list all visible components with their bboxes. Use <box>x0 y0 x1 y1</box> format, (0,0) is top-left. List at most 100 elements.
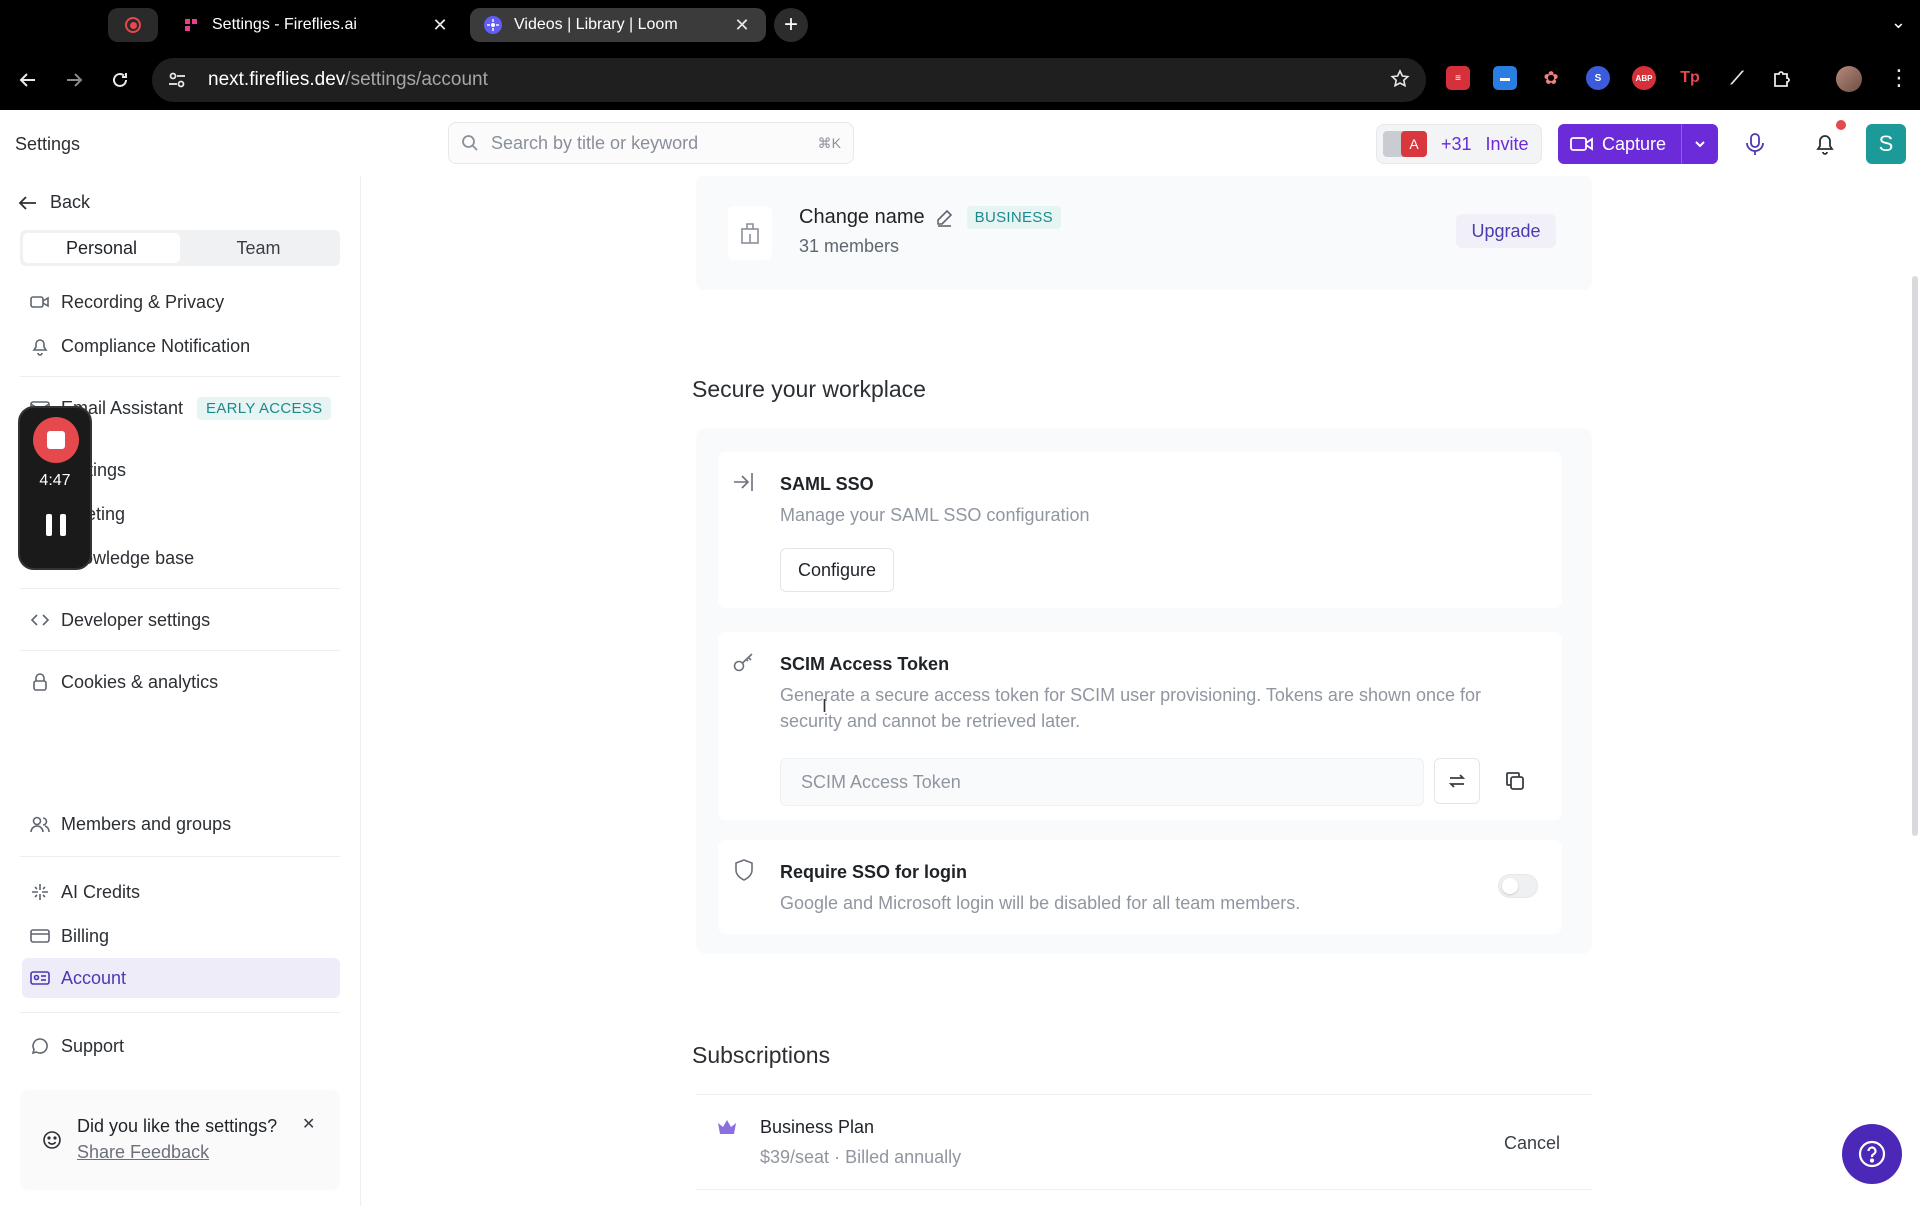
tab-search-chevron-icon[interactable]: ⌄ <box>1891 12 1906 33</box>
refresh-arrows-icon <box>1448 774 1466 788</box>
tab-close-icon[interactable]: ✕ <box>732 15 752 36</box>
upgrade-button[interactable]: Upgrade <box>1456 214 1556 248</box>
video-icon <box>30 292 50 312</box>
back-button[interactable]: Back <box>18 192 90 213</box>
sidebar-item-developer-settings[interactable]: Developer settings <box>22 600 340 640</box>
tab-title: Videos | Library | Loom <box>514 16 678 33</box>
sidebar-item-label: Recording & Privacy <box>61 291 225 312</box>
site-info-icon[interactable] <box>166 69 188 91</box>
url-text: next.fireflies.dev/settings/account <box>208 69 488 90</box>
credit-card-icon <box>30 926 50 946</box>
share-feedback-link[interactable]: Share Feedback <box>77 1142 209 1163</box>
search-icon <box>462 135 478 151</box>
card-title: SAML SSO <box>780 474 874 494</box>
divider <box>20 376 340 377</box>
sidebar-item-label: Billing <box>61 925 110 946</box>
chat-bubble-icon <box>30 1036 50 1056</box>
personal-team-switch: Personal Team <box>20 230 340 266</box>
sidebar-item-label: Account <box>61 967 127 988</box>
copy-token-button[interactable] <box>1492 758 1538 804</box>
cancel-subscription-button[interactable]: Cancel <box>1504 1133 1560 1154</box>
extension-flower-icon[interactable]: ✿ <box>1539 66 1563 90</box>
extension-todoist-icon[interactable]: ≡ <box>1446 66 1470 90</box>
sidebar-item-label: Cookies & analytics <box>61 671 219 692</box>
tab-personal[interactable]: Personal <box>23 233 180 263</box>
sidebar-item-compliance-notification[interactable]: Compliance Notification <box>22 326 340 366</box>
member-count-text: 31 members <box>799 236 900 256</box>
recording-tab[interactable] <box>108 8 158 42</box>
divider <box>20 856 340 857</box>
extension-window-icon[interactable]: ▬ <box>1493 66 1517 90</box>
plan-badge: BUSINESS <box>966 206 1061 229</box>
card-title: SCIM Access Token <box>780 654 950 674</box>
scim-token-field[interactable]: SCIM Access Token <box>780 758 1424 806</box>
sidebar-item-support[interactable]: Support <box>22 1026 340 1066</box>
early-access-badge: EARLY ACCESS <box>197 396 332 420</box>
id-card-icon <box>30 968 50 988</box>
notification-bell-icon[interactable] <box>1814 132 1836 161</box>
sidebar-item-ai-credits[interactable]: AI Credits <box>22 872 340 912</box>
lock-icon <box>30 672 50 692</box>
extension-tp-icon[interactable]: Tp <box>1678 66 1702 90</box>
extension-adblock-icon[interactable]: ABP <box>1632 66 1656 90</box>
chevron-down-icon <box>1695 141 1705 148</box>
sidebar-item-label: Members and groups <box>61 813 232 834</box>
card-description: Generate a secure access token for SCIM … <box>780 685 1482 731</box>
capture-main-button[interactable]: Capture <box>1558 124 1682 164</box>
sidebar-item-members-groups[interactable]: Members and groups <box>22 804 340 844</box>
sidebar-item-label: Support <box>61 1035 125 1056</box>
tab-loom-library[interactable]: Videos | Library | Loom ✕ <box>470 8 766 42</box>
browser-tabstrip: Settings - Fireflies.ai ✕ Videos | Libra… <box>0 0 1920 50</box>
extension-feather-icon[interactable]: ⟋ <box>1725 66 1749 90</box>
key-icon <box>733 653 753 672</box>
page-scrollbar[interactable] <box>1912 276 1918 836</box>
crown-icon <box>718 1120 736 1134</box>
bookmark-star-icon[interactable] <box>1390 69 1410 89</box>
sidebar-item-recording-privacy[interactable]: Recording & Privacy <box>22 282 340 322</box>
tab-close-icon[interactable]: ✕ <box>430 15 450 36</box>
divider <box>20 1012 340 1013</box>
card-description: Google and Microsoft login will be disab… <box>780 893 1301 913</box>
help-button[interactable] <box>1842 1124 1902 1184</box>
page-title: Settings <box>15 134 81 154</box>
sidebar-item-billing[interactable]: Billing <box>22 916 340 956</box>
notification-badge <box>1836 120 1846 130</box>
sidebar-item-label: Developer settings <box>61 609 211 630</box>
search-input[interactable]: Search by title or keyword ⌘K <box>448 122 854 164</box>
microphone-icon[interactable] <box>1744 132 1766 161</box>
browser-profile-avatar[interactable] <box>1836 66 1862 92</box>
search-shortcut: ⌘K <box>817 134 841 151</box>
invite-label: Invite <box>1485 133 1529 154</box>
configure-button[interactable]: Configure <box>780 548 894 592</box>
require-sso-toggle[interactable] <box>1498 874 1538 898</box>
regenerate-token-button[interactable] <box>1434 758 1480 804</box>
address-bar[interactable]: next.fireflies.dev/settings/account <box>152 58 1426 102</box>
tab-team[interactable]: Team <box>180 233 337 263</box>
reload-icon[interactable] <box>104 64 136 96</box>
stop-recording-button[interactable] <box>33 417 79 463</box>
scim-token-card: SCIM Access Token Generate a secure acce… <box>718 632 1562 820</box>
capture-button[interactable]: Capture <box>1558 124 1718 164</box>
invite-button[interactable]: A +31 Invite <box>1376 124 1542 164</box>
pause-icon[interactable] <box>46 514 66 536</box>
capture-dropdown-button[interactable] <box>1682 137 1718 151</box>
organization-name: Change name BUSINESS <box>799 206 1061 229</box>
forward-arrow-icon[interactable] <box>58 64 90 96</box>
new-tab-button[interactable]: + <box>774 8 808 42</box>
sidebar-item-cookies-analytics[interactable]: Cookies & analytics <box>22 662 340 702</box>
avatar: A <box>1401 131 1427 157</box>
divider <box>20 588 340 589</box>
text-cursor-icon: I <box>822 696 828 716</box>
user-avatar[interactable]: S <box>1866 124 1906 164</box>
extensions-puzzle-icon[interactable] <box>1770 66 1794 90</box>
back-arrow-icon[interactable] <box>12 64 44 96</box>
close-icon[interactable]: ✕ <box>302 1114 315 1134</box>
section-title: Secure your workplace <box>692 376 926 402</box>
pencil-edit-icon[interactable] <box>935 209 953 227</box>
smiley-icon <box>43 1131 61 1149</box>
extension-swirl-icon[interactable]: S <box>1586 66 1610 90</box>
browser-menu-icon[interactable]: ⋮ <box>1888 66 1910 90</box>
tab-fireflies-settings[interactable]: Settings - Fireflies.ai ✕ <box>168 8 464 42</box>
sidebar-item-account[interactable]: Account <box>22 958 340 998</box>
change-name-label[interactable]: Change name <box>799 206 925 229</box>
